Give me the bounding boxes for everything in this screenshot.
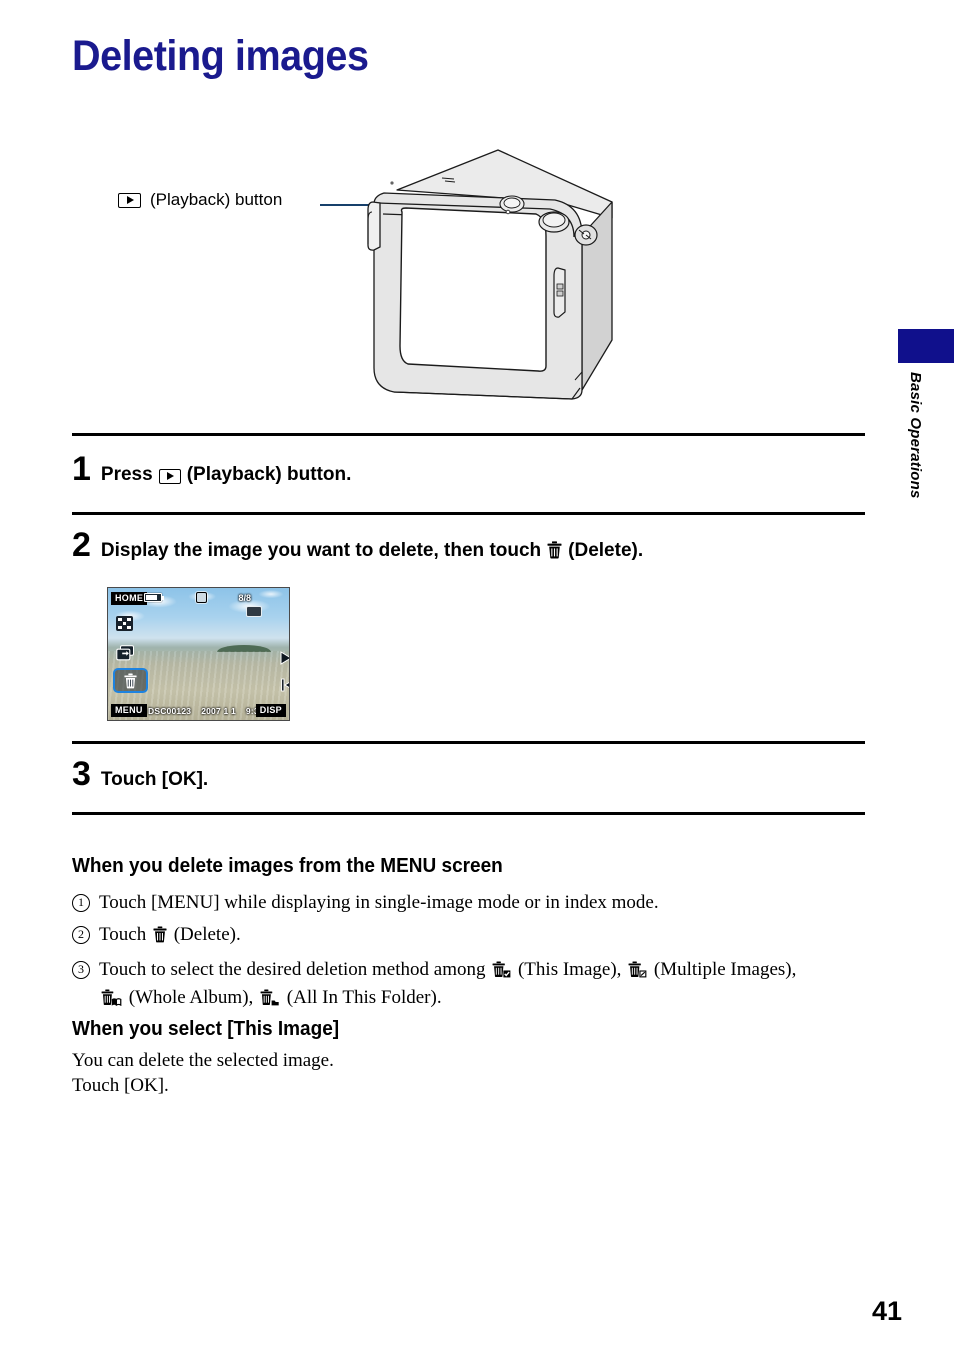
index-view-icon[interactable] [116, 616, 133, 631]
lcd-file-name: DSC00123 [148, 706, 192, 716]
step-3-text: Touch [OK]. [100, 769, 209, 790]
trash-all-in-folder-icon [260, 988, 280, 1013]
lcd-screen-mockup: HOME 8/8 MENU DSC00123 2007 1 1 9:30 DIS… [107, 587, 290, 721]
menu-section-list: 1 Touch [MENU] while displaying in singl… [72, 890, 862, 1020]
step-2-text-before: Display the image you want to delete, th… [100, 540, 542, 561]
step-1-text-after: (Playback) button. [186, 464, 352, 485]
callout-label: (Playback) button [150, 190, 283, 209]
list-line-2: (Whole Album), (All In This Folder). [99, 985, 862, 1013]
playback-icon [158, 468, 181, 484]
step-1: 1 Press (Playback) button. [72, 452, 351, 486]
chapter-tab-label: Basic Operations [907, 372, 924, 499]
slideshow-icon[interactable] [116, 645, 135, 661]
chapter-tab-block [898, 329, 954, 363]
step-2-number: 2 [72, 526, 91, 564]
option-this-image-label: (This Image), [517, 959, 622, 981]
option-whole-album-label: (Whole Album), [128, 987, 254, 1009]
trash-multiple-images-icon [628, 960, 647, 985]
lcd-date: 2007 1 1 [201, 706, 236, 716]
step-2-text-after: (Delete). [568, 540, 644, 561]
battery-icon [144, 593, 164, 602]
list-text-before: Touch to select the desired deletion met… [99, 959, 486, 981]
list-marker: 2 [72, 926, 90, 945]
list-item: 2 Touch (Delete). [72, 922, 862, 950]
page-number: 41 [871, 1296, 902, 1326]
camera-illustration [350, 140, 640, 415]
folder-icon [196, 592, 207, 603]
page-title: Deleting images [72, 32, 369, 80]
step-1-text: Press (Playback) button. [101, 464, 351, 486]
list-marker: 3 [72, 961, 90, 980]
trash-icon [153, 925, 167, 950]
list-line-1: Touch to select the desired deletion met… [99, 957, 862, 985]
body-line-2: Touch [OK]. [72, 1075, 169, 1097]
list-marker: 1 [72, 894, 90, 912]
menu-section-heading: When you delete images from the MENU scr… [72, 855, 503, 877]
list-text-after: (Delete). [173, 924, 241, 946]
divider-4 [72, 812, 865, 815]
list-item-text: Touch (Delete). [99, 922, 862, 950]
step-3-number: 3 [72, 755, 91, 793]
trash-whole-album-icon [101, 988, 122, 1013]
option-all-in-folder-label: (All In This Folder). [286, 987, 442, 1009]
list-item-text: Touch [MENU] while displaying in single-… [99, 892, 659, 913]
list-item: 1 Touch [MENU] while displaying in singl… [72, 890, 862, 915]
trash-icon [547, 541, 562, 565]
step-3: 3 Touch [OK]. [72, 757, 208, 791]
step-2-text: Display the image you want to delete, th… [101, 539, 643, 563]
playback-icon [118, 192, 141, 208]
this-image-section-heading: When you select [This Image] [72, 1018, 340, 1040]
this-image-section-body: You can delete the selected image. Touch… [72, 1048, 334, 1098]
lcd-disp-button[interactable]: DISP [255, 704, 286, 717]
step-1-number: 1 [72, 450, 91, 488]
list-item: 3 Touch to select the desired deletion m… [72, 957, 862, 1013]
divider-2 [72, 512, 865, 515]
step-1-text-before: Press [100, 464, 153, 485]
option-multiple-images-label: (Multiple Images), [653, 959, 797, 981]
body-line-1: You can delete the selected image. [72, 1050, 334, 1071]
mode-icon [246, 606, 262, 617]
lcd-delete-button[interactable] [113, 668, 148, 693]
divider-1 [72, 433, 865, 436]
lcd-image-counter: 8/8 [238, 593, 251, 603]
lcd-home-button[interactable]: HOME [111, 592, 148, 605]
trash-this-image-icon [492, 960, 511, 985]
list-text-before: Touch [99, 924, 147, 946]
lcd-menu-button[interactable]: MENU [111, 704, 147, 717]
divider-3 [72, 741, 865, 744]
list-item-text: Touch to select the desired deletion met… [99, 957, 862, 1013]
playback-button-callout: (Playback) button [118, 190, 282, 210]
step-2: 2 Display the image you want to delete, … [72, 528, 643, 563]
